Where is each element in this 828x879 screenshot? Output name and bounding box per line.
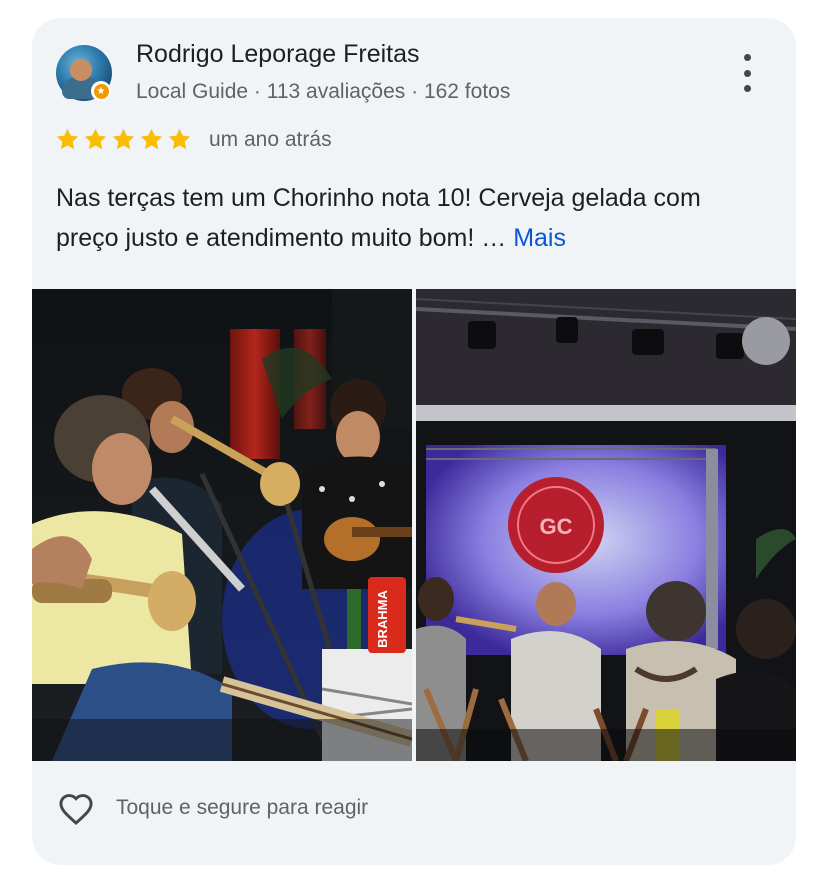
star-icon bbox=[84, 128, 107, 150]
review-time: um ano atrás bbox=[209, 127, 332, 151]
review-photo-1[interactable]: BRAHMA bbox=[32, 289, 412, 761]
star-icon bbox=[168, 128, 191, 150]
avatar-face bbox=[70, 59, 92, 81]
rating-row: um ano atrás bbox=[54, 126, 332, 153]
review-text: Nas terças tem um Chorinho nota 10! Cerv… bbox=[56, 184, 701, 252]
star-icon bbox=[56, 128, 79, 150]
avatar[interactable]: ★ bbox=[56, 45, 112, 101]
local-guide-badge-icon: ★ bbox=[91, 81, 111, 101]
review-card: ★ Rodrigo Leporage Freitas Local Guide ·… bbox=[32, 18, 796, 865]
banner-logo-text: GC bbox=[540, 514, 573, 539]
more-options-button[interactable] bbox=[732, 54, 762, 92]
more-vert-icon bbox=[743, 54, 751, 61]
heart-outline-icon bbox=[59, 794, 93, 826]
star-icon bbox=[140, 128, 163, 150]
star-rating bbox=[54, 126, 193, 153]
reviewer-name[interactable]: Rodrigo Leporage Freitas bbox=[136, 40, 420, 69]
review-text-block: Nas terças tem um Chorinho nota 10! Cerv… bbox=[56, 178, 756, 258]
read-more-link[interactable]: Mais bbox=[513, 224, 566, 252]
star-icon bbox=[112, 128, 135, 150]
brahma-can-label: BRAHMA bbox=[375, 590, 390, 648]
react-label: Toque e segure para reagir bbox=[116, 796, 369, 819]
review-photos: BRAHMA GC bbox=[32, 289, 796, 761]
reviewer-meta: Local Guide · 113 avaliações · 162 fotos bbox=[136, 80, 511, 103]
react-button[interactable]: Toque e segure para reagir bbox=[56, 790, 368, 826]
review-photo-2[interactable]: GC bbox=[416, 289, 796, 761]
